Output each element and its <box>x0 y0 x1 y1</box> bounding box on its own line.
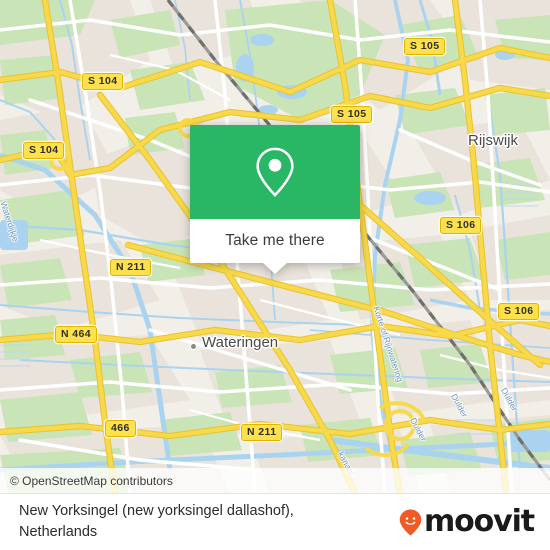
location-title: New Yorksingel (new yorksingel dallashof… <box>0 501 399 542</box>
osm-attribution-text[interactable]: © OpenStreetMap contributors <box>0 474 173 488</box>
place-dot-wateringen <box>190 343 197 350</box>
location-place-name: New Yorksingel (new yorksingel dallashof… <box>19 503 294 520</box>
map-viewport[interactable]: Rijswijk Wateringen Waterdijkje Korte of… <box>0 0 550 493</box>
road-shield-s106-upper: S 106 <box>440 217 482 234</box>
road-shield-s106-lower: S 106 <box>498 303 540 320</box>
footer-bar: New Yorksingel (new yorksingel dallashof… <box>0 493 550 550</box>
take-me-there-button[interactable]: Take me there <box>190 219 360 274</box>
take-me-there-label: Take me there <box>225 232 325 249</box>
road-shield-s104-north: S 104 <box>82 73 124 90</box>
road-shield-s104-west: S 104 <box>23 142 65 159</box>
moovit-wordmark: moovit <box>423 504 535 539</box>
map-screen: Rijswijk Wateringen Waterdijkje Korte of… <box>0 0 550 550</box>
location-popup-card[interactable]: Take me there <box>190 125 360 274</box>
road-shield-s105-north: S 105 <box>404 38 446 55</box>
road-shield-s105-center: S 105 <box>331 106 373 123</box>
popup-card-header <box>190 125 360 219</box>
map-attribution-bar: © OpenStreetMap contributors <box>0 468 550 493</box>
road-shield-n211-south: N 211 <box>241 424 283 441</box>
moovit-smiley-pin-icon <box>399 509 422 535</box>
location-country: Netherlands <box>19 524 98 540</box>
popup-pointer-tail <box>263 263 287 274</box>
moovit-brand[interactable]: moovit <box>399 507 550 537</box>
road-shield-n211-west: N 211 <box>110 259 152 276</box>
road-shield-466: 466 <box>105 420 136 437</box>
road-shield-n464: N 464 <box>55 326 98 343</box>
location-pin-icon <box>256 147 294 197</box>
